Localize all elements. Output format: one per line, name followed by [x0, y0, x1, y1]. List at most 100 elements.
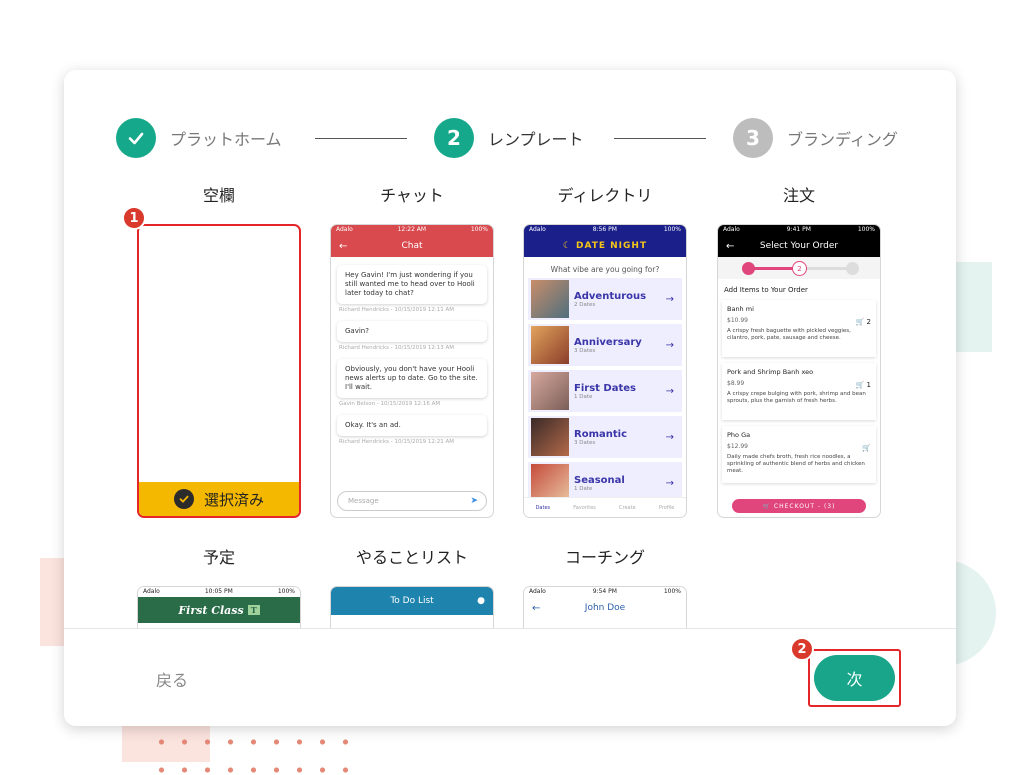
step-connector — [315, 138, 407, 139]
checkout-button-preview: 🛒 CHECKOUT - (3) — [732, 499, 866, 513]
photo-thumbnail — [531, 418, 569, 456]
checkout-label: CHECKOUT - (3) — [773, 502, 836, 510]
status-bar: Adalo 9:54 PM 100% — [524, 587, 686, 597]
order-header: ← Select Your Order — [718, 235, 880, 257]
selected-indicator: 選択済み — [139, 482, 299, 516]
message-meta: Gavin Belson - 10/15/2019 12:16 AM — [339, 401, 441, 407]
template-thumbnail-directory[interactable]: Adalo 8:56 PM 100% ☾ DATE NIGHT What vib… — [523, 224, 687, 518]
list-item: Pho Ga $12.99 Daily made chefs broth, fr… — [722, 426, 876, 483]
time: 9:54 PM — [592, 588, 617, 595]
battery: 100% — [277, 588, 295, 595]
cart-icon: 🛒 — [762, 502, 774, 510]
logo-icon: T — [247, 605, 260, 615]
message-bubble: Okay. It's an ad. — [337, 415, 487, 436]
template-title: ディレクトリ — [557, 186, 653, 205]
arrow-right-icon: → — [665, 339, 674, 351]
item-name: First Dates — [574, 382, 636, 394]
moon-icon: ☾ — [562, 241, 572, 251]
message-input: Message ➤ — [337, 491, 487, 511]
next-button[interactable]: 次 — [814, 655, 895, 701]
directory-header: ☾ DATE NIGHT — [524, 235, 686, 257]
list-item: Pork and Shrimp Banh xeo $8.99 A crispy … — [722, 363, 876, 420]
item-name: Seasonal — [574, 474, 625, 486]
nav-dates: Dates — [535, 504, 551, 511]
progress-dot — [846, 262, 859, 275]
battery: 100% — [470, 226, 488, 233]
arrow-right-icon: → — [665, 477, 674, 489]
back-arrow-icon: ← — [726, 240, 735, 252]
template-title: 予定 — [202, 548, 235, 567]
back-arrow-icon: ← — [532, 602, 541, 614]
message-meta: Richard Hendricks - 10/15/2019 12:21 AM — [339, 439, 455, 445]
time: 12:22 AM — [397, 226, 427, 233]
header-title: DATE NIGHT — [575, 241, 648, 251]
send-icon: ➤ — [470, 496, 478, 506]
arrow-right-icon: → — [665, 385, 674, 397]
item-name: Anniversary — [574, 336, 642, 348]
progress-step: 2 — [792, 261, 807, 276]
battery: 100% — [857, 226, 875, 233]
item-desc: A crispy fresh baguette with pickled veg… — [727, 328, 851, 341]
directory-question: What vibe are you going for? — [550, 265, 660, 274]
template-card-blank[interactable]: 空欄 選択済み — [134, 180, 304, 518]
template-card-order[interactable]: 注文 Adalo 9:41 PM 100% ← Select Your Orde… — [714, 180, 884, 518]
template-card-directory[interactable]: ディレクトリ Adalo 8:56 PM 100% ☾ DATE NIGHT W… — [520, 180, 690, 518]
item-name: Pho Ga — [727, 431, 751, 439]
item-count: 2 Dates — [574, 301, 596, 308]
template-title: 空欄 — [202, 186, 235, 205]
template-thumbnail-blank[interactable]: 選択済み — [137, 224, 301, 518]
back-button[interactable]: 戻る — [156, 667, 188, 691]
nav-favorites: Favorites — [573, 504, 596, 511]
item-price: $10.99 — [727, 317, 748, 324]
item-name: Romantic — [574, 428, 627, 440]
coaching-header: ← John Doe — [524, 597, 686, 619]
message-meta: Richard Hendricks - 10/15/2019 12:13 AM — [339, 345, 455, 351]
user-icon: ● — [477, 596, 485, 606]
step-label: レンプレート — [488, 130, 584, 149]
header-title: To Do List — [390, 596, 434, 606]
carrier: Adalo — [723, 226, 740, 233]
step-number: 2 — [434, 118, 474, 158]
cart-icon: 🛒 — [862, 444, 871, 452]
status-bar: Adalo 12:22 AM 100% — [331, 225, 493, 235]
check-icon — [116, 118, 156, 158]
template-card-chat[interactable]: チャット Adalo 12:22 AM 100% ← Chat Hey Gavi… — [327, 180, 497, 518]
step-branding: 3 ブランディング — [733, 118, 898, 158]
item-qty: 2 — [866, 318, 871, 326]
arrow-right-icon: → — [665, 293, 674, 305]
item-desc: Daily made chefs broth, fresh rice noodl… — [727, 454, 865, 474]
item-name: Banh mi — [727, 305, 754, 313]
header-title: First Class — [178, 603, 244, 617]
progress-fill — [748, 267, 798, 270]
template-title: チャット — [380, 186, 444, 205]
progress-dot — [742, 262, 755, 275]
order-progress: 2 — [718, 257, 880, 279]
message-bubble: Obviously, you don't have your Hooli new… — [337, 359, 487, 398]
header-title: Chat — [401, 241, 423, 251]
template-thumbnail-order[interactable]: Adalo 9:41 PM 100% ← Select Your Order 2… — [717, 224, 881, 518]
back-arrow-icon: ← — [339, 240, 348, 252]
item-count: 3 Dates — [574, 439, 596, 446]
selected-label: 選択済み — [203, 490, 264, 509]
photo-thumbnail — [531, 280, 569, 318]
item-name: Adventurous — [574, 290, 647, 302]
check-circle-icon — [173, 489, 194, 509]
time: 8:56 PM — [592, 226, 617, 233]
carrier: Adalo — [143, 588, 160, 595]
message-bubble: Gavin? — [337, 321, 487, 342]
annotation-badge-1: 1 — [122, 206, 146, 230]
step-label: プラットホーム — [170, 130, 282, 149]
template-thumbnail-chat[interactable]: Adalo 12:22 AM 100% ← Chat Hey Gavin! I'… — [330, 224, 494, 518]
bottom-nav: Dates Favorites Create Profile — [524, 497, 686, 517]
status-bar: Adalo 10:05 PM 100% — [138, 587, 300, 597]
item-count: 1 Date — [574, 485, 593, 492]
nav-profile: Profile — [658, 504, 675, 511]
annotation-badge-2: 2 — [790, 637, 814, 661]
step-number: 3 — [733, 118, 773, 158]
template-title: コーチング — [564, 548, 645, 567]
background-dots — [150, 728, 350, 775]
step-connector — [614, 138, 706, 139]
photo-thumbnail — [531, 372, 569, 410]
list-item: Anniversary 3 Dates → — [528, 324, 682, 366]
dialog-footer: 戻る 次 2 — [64, 628, 956, 726]
